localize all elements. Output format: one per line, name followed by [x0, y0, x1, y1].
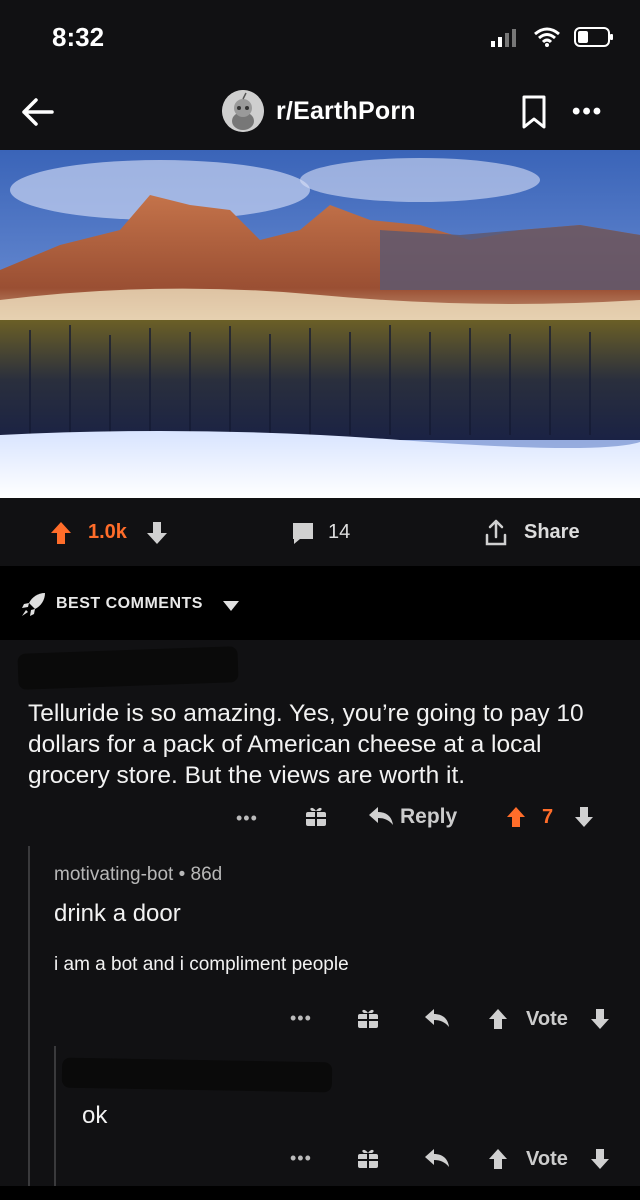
comment-icon[interactable]	[290, 520, 316, 546]
rocket-icon	[22, 593, 45, 616]
share-icon[interactable]	[484, 519, 508, 547]
vote-label: Vote	[526, 1148, 568, 1170]
status-time: 8:32	[52, 22, 105, 52]
subreddit-avatar	[222, 90, 264, 132]
sort-label[interactable]: BEST COMMENTS	[56, 595, 203, 613]
comment-body-secondary: i am a bot and i compliment people	[54, 954, 349, 975]
subreddit-header[interactable]: r/EarthPorn	[222, 90, 416, 132]
gift-icon[interactable]	[356, 1006, 380, 1030]
caret-down-icon[interactable]	[222, 600, 240, 612]
back-arrow-icon[interactable]	[18, 92, 58, 132]
comment-count[interactable]: 14	[328, 521, 350, 544]
comment-downvote-icon[interactable]	[590, 1148, 610, 1170]
save-icon[interactable]	[520, 94, 548, 130]
status-icons	[490, 26, 614, 48]
comment-body: Telluride is so amazing. Yes, you’re goi…	[28, 700, 584, 789]
bottom-bar	[0, 1186, 640, 1200]
upvote-icon[interactable]	[50, 521, 72, 545]
comment-upvote-icon[interactable]	[488, 1148, 508, 1170]
comment-body: ok	[82, 1102, 108, 1129]
comment-score: 7	[542, 806, 554, 828]
share-button[interactable]: Share	[524, 521, 580, 544]
gift-icon[interactable]	[356, 1146, 380, 1170]
more-icon[interactable]: •••	[572, 98, 603, 126]
gift-icon[interactable]	[304, 804, 328, 828]
battery-icon	[574, 27, 613, 47]
post-image[interactable]	[0, 150, 640, 498]
comment-downvote-icon[interactable]	[574, 806, 594, 828]
thread-line	[28, 846, 30, 1186]
reply-icon[interactable]	[368, 805, 394, 827]
comment-meta[interactable]: motivating-bot • 86d	[54, 864, 222, 886]
subreddit-name[interactable]: r/EarthPorn	[276, 97, 416, 126]
reply-icon[interactable]	[424, 1007, 450, 1029]
post-score: 1.0k	[88, 521, 127, 543]
comment-more-icon[interactable]: •••	[290, 1148, 312, 1169]
redacted-username	[17, 646, 239, 690]
comment-upvote-icon[interactable]	[488, 1008, 508, 1030]
comment-body: drink a door	[54, 900, 181, 927]
comment-more-icon[interactable]: •••	[236, 808, 258, 829]
wifi-icon	[534, 27, 560, 47]
signal-icon	[491, 29, 516, 47]
comment-upvote-icon[interactable]	[506, 806, 526, 828]
reply-button[interactable]: Reply	[400, 805, 457, 829]
downvote-icon[interactable]	[146, 521, 168, 545]
reply-icon[interactable]	[424, 1147, 450, 1169]
comment-downvote-icon[interactable]	[590, 1008, 610, 1030]
thread-line	[54, 1046, 56, 1186]
comment-more-icon[interactable]: •••	[290, 1008, 312, 1029]
vote-label: Vote	[526, 1008, 568, 1030]
redacted-username	[61, 1057, 333, 1093]
